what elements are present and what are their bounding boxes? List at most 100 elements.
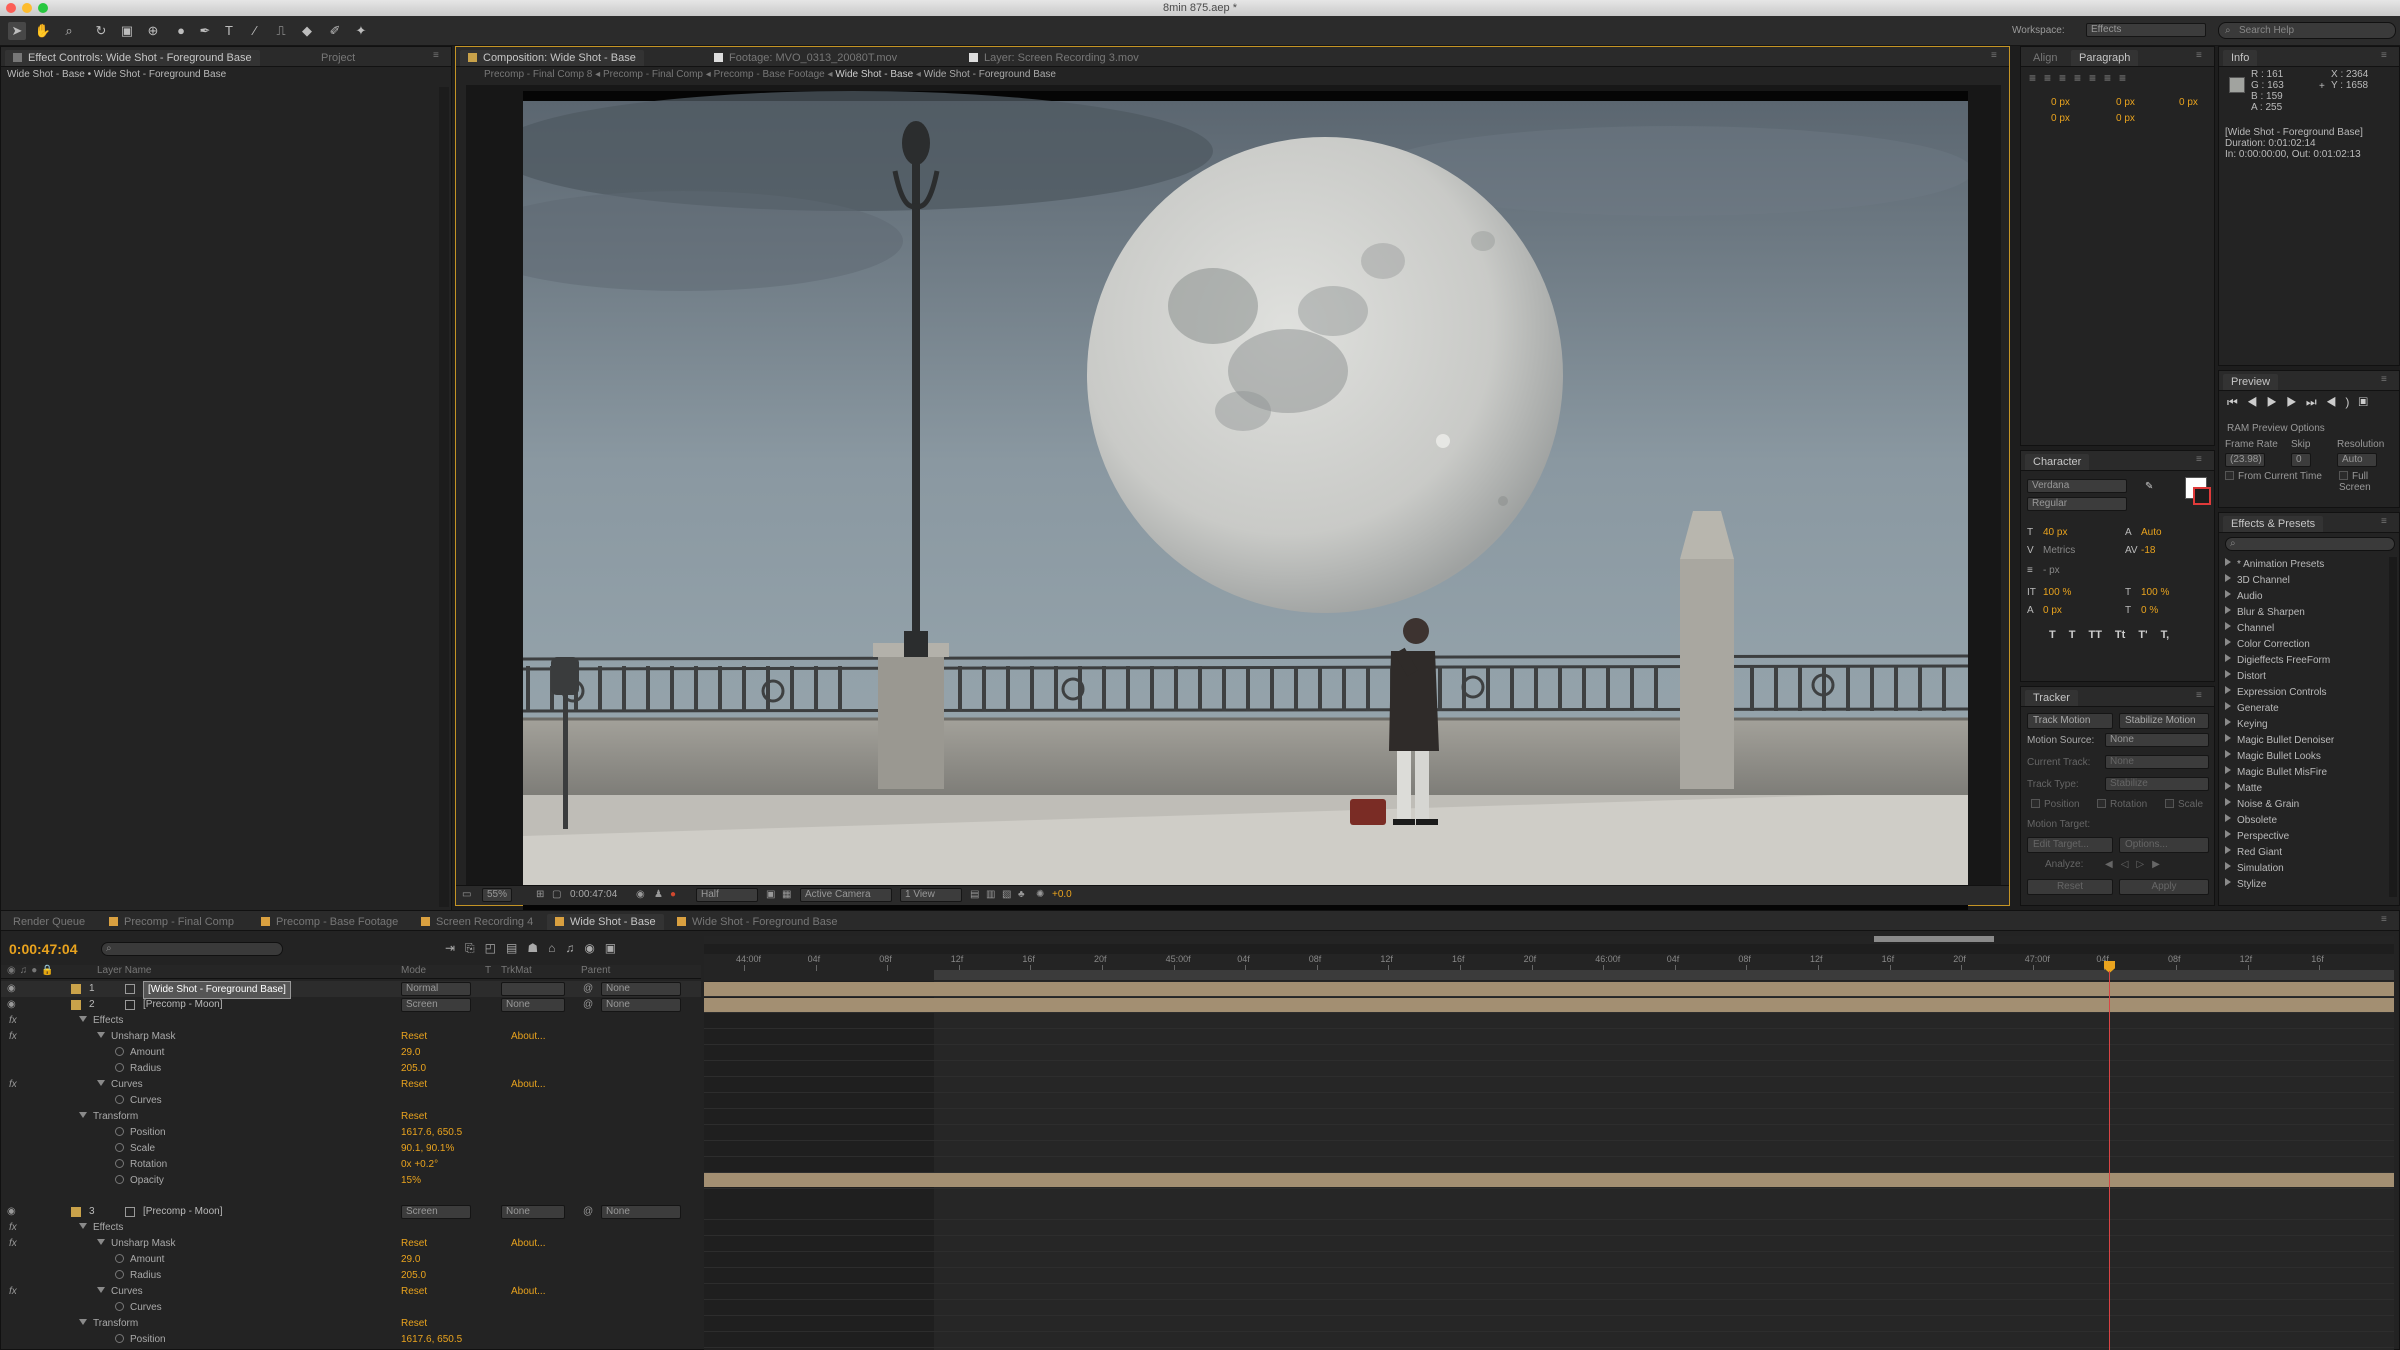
property-row[interactable]: Radius 205.0 [1,1061,701,1077]
breadcrumb-item[interactable]: Wide Shot - Foreground Base [924,69,1056,80]
property-row[interactable]: fx Unsharp Mask Reset About... [1,1236,701,1252]
snapshot-icon[interactable]: ◉ [636,889,645,900]
tab-effect-controls[interactable]: Effect Controls: Wide Shot - Foreground … [5,50,260,66]
font-style-select[interactable]: Regular [2027,497,2127,511]
transparency-grid-icon[interactable]: ▦ [782,889,791,900]
fx-icon[interactable]: fx [9,1029,17,1045]
flowchart-icon[interactable]: ♣ [1018,889,1025,900]
reset-button[interactable]: Reset [2027,879,2113,895]
effects-category-item[interactable]: Digieffects FreeForm [2225,653,2393,669]
effects-category-item[interactable]: Magic Bullet MisFire [2225,765,2393,781]
stroke-color-swatch[interactable] [2193,487,2211,505]
property-about-link[interactable]: About... [511,1284,545,1300]
ram-preview-options[interactable]: RAM Preview Options [2227,423,2325,434]
effects-category-item[interactable]: * Animation Presets [2225,557,2393,573]
breadcrumb-item[interactable]: Precomp - Final Comp [603,69,703,80]
toggle-pixel-aspect-icon[interactable]: ▤ [970,889,979,900]
stopwatch-icon[interactable] [115,1063,124,1072]
full-screen-option[interactable]: Full Screen [2339,471,2399,493]
effects-category-item[interactable]: Stylize [2225,877,2393,893]
selection-tool-icon[interactable]: ➤ [8,22,26,40]
stabilize-motion-button[interactable]: Stabilize Motion [2119,713,2209,729]
tab-info[interactable]: Info [2223,50,2258,66]
space-before-field[interactable]: 0 px [2051,113,2070,124]
minimize-window-icon[interactable] [22,3,32,13]
tab-footage[interactable]: Footage: MVO_0313_20080T.mov [706,50,905,66]
column-header-mode[interactable]: Mode [401,965,426,976]
property-row[interactable]: fx Effects [1,1220,701,1236]
parent-select[interactable]: None [601,982,681,996]
property-row[interactable]: fx Curves Reset About... [1,1284,701,1300]
horizontal-scale-field[interactable]: 100 % [2141,587,2169,598]
tab-wide-shot-base[interactable]: Wide Shot - Base [547,914,664,930]
tab-align[interactable]: Align [2025,50,2065,66]
space-after-field[interactable]: 0 px [2116,113,2135,124]
effects-category-item[interactable]: Red Giant [2225,845,2393,861]
clone-tool-icon[interactable]: ⎍ [272,22,290,40]
mask-visibility-icon[interactable]: ▢ [552,889,561,900]
leading-field[interactable]: Auto [2141,527,2162,538]
property-about-link[interactable]: About... [511,1029,545,1045]
resolution-select[interactable]: Auto [2337,453,2377,467]
property-value[interactable]: 1617.6, 650.5 [401,1125,462,1141]
breadcrumb-item[interactable]: Precomp - Base Footage [714,69,825,80]
property-value[interactable]: 1617.6, 650.5 [401,1332,462,1348]
effects-category-item[interactable]: Keying [2225,717,2393,733]
tab-tracker[interactable]: Tracker [2025,690,2078,706]
magnification-select[interactable]: 55% [482,888,513,902]
tsume-field[interactable]: 0 % [2141,605,2158,616]
column-header-t[interactable]: T [485,965,491,976]
camera-select[interactable]: Active Camera [800,888,892,902]
effects-category-item[interactable]: Perspective [2225,829,2393,845]
stopwatch-icon[interactable] [115,1159,124,1168]
resolution-select[interactable]: Half [696,888,758,902]
panel-menu-icon[interactable]: ≡ [2196,455,2208,465]
panel-menu-icon[interactable]: ≡ [2196,51,2208,61]
motion-source-select[interactable]: None [2105,733,2209,747]
property-row[interactable]: Opacity 15% [1,1173,701,1189]
effects-category-item[interactable]: Magic Bullet Looks [2225,749,2393,765]
effects-category-item[interactable]: Channel [2225,621,2393,637]
tracking-field[interactable]: -18 [2141,545,2155,556]
tab-composition[interactable]: Composition: Wide Shot - Base [460,50,644,66]
type-tool-icon[interactable]: T [220,22,238,40]
panel-menu-icon[interactable]: ≡ [433,51,445,61]
indent-right-field[interactable]: 0 px [2179,97,2198,108]
panel-menu-icon[interactable]: ≡ [2196,691,2208,701]
column-header-parent[interactable]: Parent [581,965,610,976]
eraser-tool-icon[interactable]: ◆ [298,22,316,40]
skip-field[interactable]: 0 [2291,453,2311,467]
panel-menu-icon[interactable]: ≡ [2381,51,2393,61]
effects-category-item[interactable]: Obsolete [2225,813,2393,829]
layer-row[interactable]: ◉ 2 [Precomp - Moon] Screen None @ None [1,997,701,1013]
panel-menu-icon[interactable]: ≡ [2381,517,2393,527]
exposure-reset-icon[interactable]: ✺ [1036,889,1044,900]
tab-character[interactable]: Character [2025,454,2090,470]
track-area[interactable] [704,981,2394,1350]
current-track-select[interactable]: None [2105,755,2209,769]
mask-tool-icon[interactable]: ● [172,22,190,40]
kerning-field[interactable]: Metrics [2043,545,2075,556]
scrollbar[interactable] [2389,557,2397,897]
options-button[interactable]: Options... [2119,837,2209,853]
property-value[interactable]: 0x +0.2° [401,1157,438,1173]
exposure-value[interactable]: +0.0 [1052,889,1072,900]
breadcrumb-item[interactable]: Wide Shot - Base [835,69,913,80]
puppet-tool-icon[interactable]: ✦ [352,22,370,40]
property-row[interactable]: Transform Reset [1,1109,701,1125]
scrollbar[interactable] [439,87,449,907]
pen-tool-icon[interactable]: ✒ [196,22,214,40]
property-value[interactable]: 205.0 [401,1268,426,1284]
property-row[interactable]: fx Effects [1,1013,701,1029]
stopwatch-icon[interactable] [115,1143,124,1152]
frame-rate-select[interactable]: (23.98) [2225,453,2265,467]
comp-viewer-frame[interactable] [523,91,1968,927]
effects-category-item[interactable]: Distort [2225,669,2393,685]
property-row[interactable]: Radius 205.0 [1,1268,701,1284]
fast-previews-icon[interactable]: ▥ [986,889,995,900]
property-value[interactable]: Reset [401,1077,427,1093]
stopwatch-icon[interactable] [115,1095,124,1104]
current-time-display[interactable]: 0:00:47:04 [9,941,78,957]
blend-mode-select[interactable]: Normal [401,982,471,996]
fx-icon[interactable]: fx [9,1077,17,1093]
